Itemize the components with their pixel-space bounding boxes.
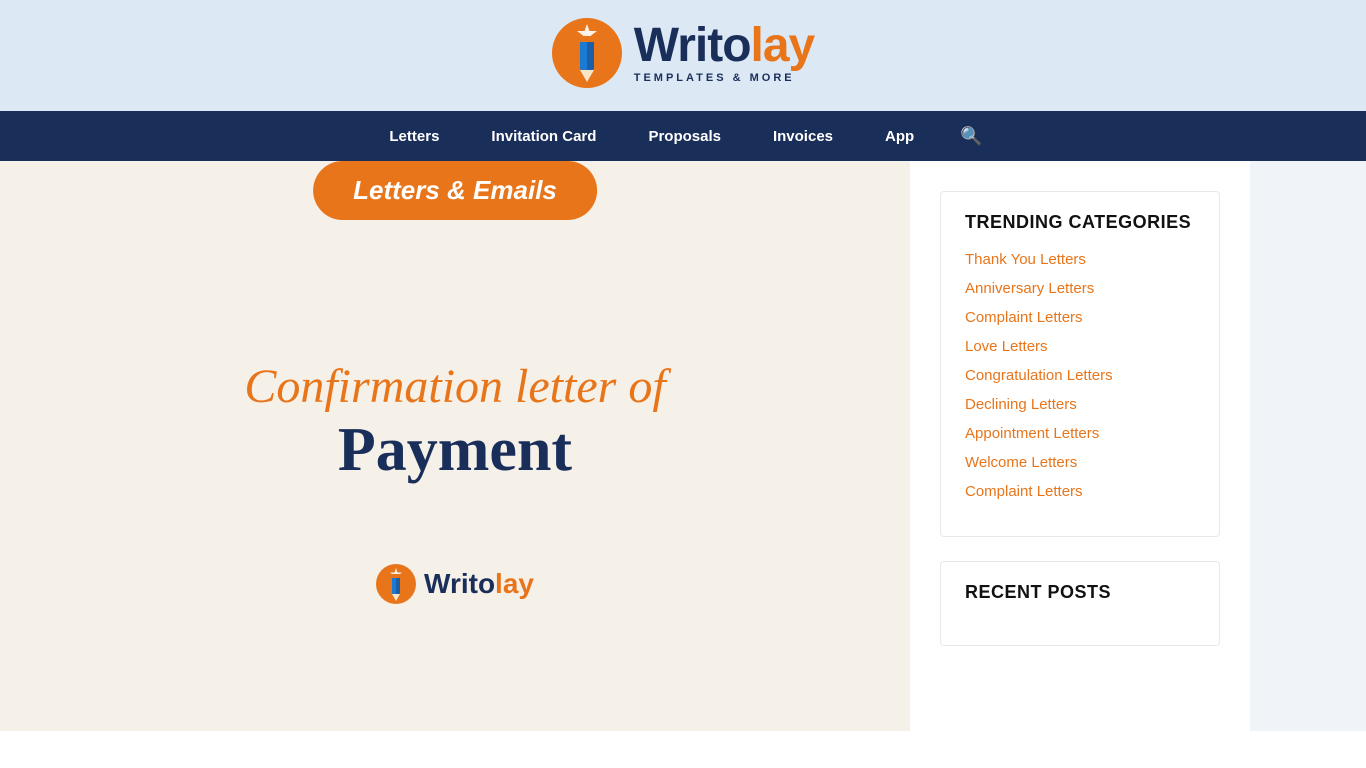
sidebar-link-appointment[interactable]: Appointment Letters — [965, 425, 1195, 442]
logo-text-wrap: Writolay TEMPLATES & MORE — [634, 22, 815, 84]
nav-app[interactable]: App — [859, 111, 940, 161]
nav-invitation-card[interactable]: Invitation Card — [465, 111, 622, 161]
hero-text: Confirmation letter of Payment — [244, 358, 665, 484]
recent-posts-section: RECENT POSTS — [940, 561, 1220, 646]
page-wrapper: Letters & Emails Confirmation letter of … — [0, 161, 1366, 731]
site-header: Writolay TEMPLATES & MORE — [0, 0, 1366, 111]
logo-write: Writo — [634, 19, 751, 72]
mini-write: Writo — [424, 568, 495, 599]
logo-tagline: TEMPLATES & MORE — [634, 72, 795, 84]
nav-letters[interactable]: Letters — [363, 111, 465, 161]
logo-lay: lay — [751, 19, 815, 72]
logo[interactable]: Writolay TEMPLATES & MORE — [552, 18, 815, 88]
mini-logo: Writolay — [376, 564, 534, 604]
sidebar-link-congratulation[interactable]: Congratulation Letters — [965, 367, 1195, 384]
mini-lay: lay — [495, 568, 534, 599]
sidebar-link-complaint-1[interactable]: Complaint Letters — [965, 309, 1195, 326]
sidebar-link-love[interactable]: Love Letters — [965, 338, 1195, 355]
hero-bold: Payment — [244, 416, 665, 484]
recent-posts-title: RECENT POSTS — [965, 582, 1195, 603]
trending-title: TRENDING CATEGORIES — [965, 212, 1195, 233]
hero-area: Confirmation letter of Payment Writolay — [0, 161, 910, 731]
sidebar-link-declining[interactable]: Declining Letters — [965, 396, 1195, 413]
sidebar-link-thank-you[interactable]: Thank You Letters — [965, 251, 1195, 268]
search-icon[interactable]: 🔍 — [940, 111, 1002, 161]
sidebar-link-complaint-2[interactable]: Complaint Letters — [965, 483, 1195, 500]
logo-text: Writolay — [634, 22, 815, 70]
trending-categories-section: TRENDING CATEGORIES Thank You Letters An… — [940, 191, 1220, 537]
nav-invoices[interactable]: Invoices — [747, 111, 859, 161]
main-content: Letters & Emails Confirmation letter of … — [0, 161, 910, 731]
mini-logo-text: Writolay — [424, 568, 534, 600]
sidebar-link-anniversary[interactable]: Anniversary Letters — [965, 280, 1195, 297]
sidebar: TRENDING CATEGORIES Thank You Letters An… — [910, 161, 1250, 731]
logo-icon — [552, 18, 622, 88]
main-nav: Letters Invitation Card Proposals Invoic… — [0, 111, 1366, 161]
sidebar-link-welcome[interactable]: Welcome Letters — [965, 454, 1195, 471]
mini-logo-icon — [376, 564, 416, 604]
letters-banner: Letters & Emails — [313, 161, 597, 220]
hero-italic: Confirmation letter of — [244, 358, 665, 416]
nav-proposals[interactable]: Proposals — [622, 111, 747, 161]
